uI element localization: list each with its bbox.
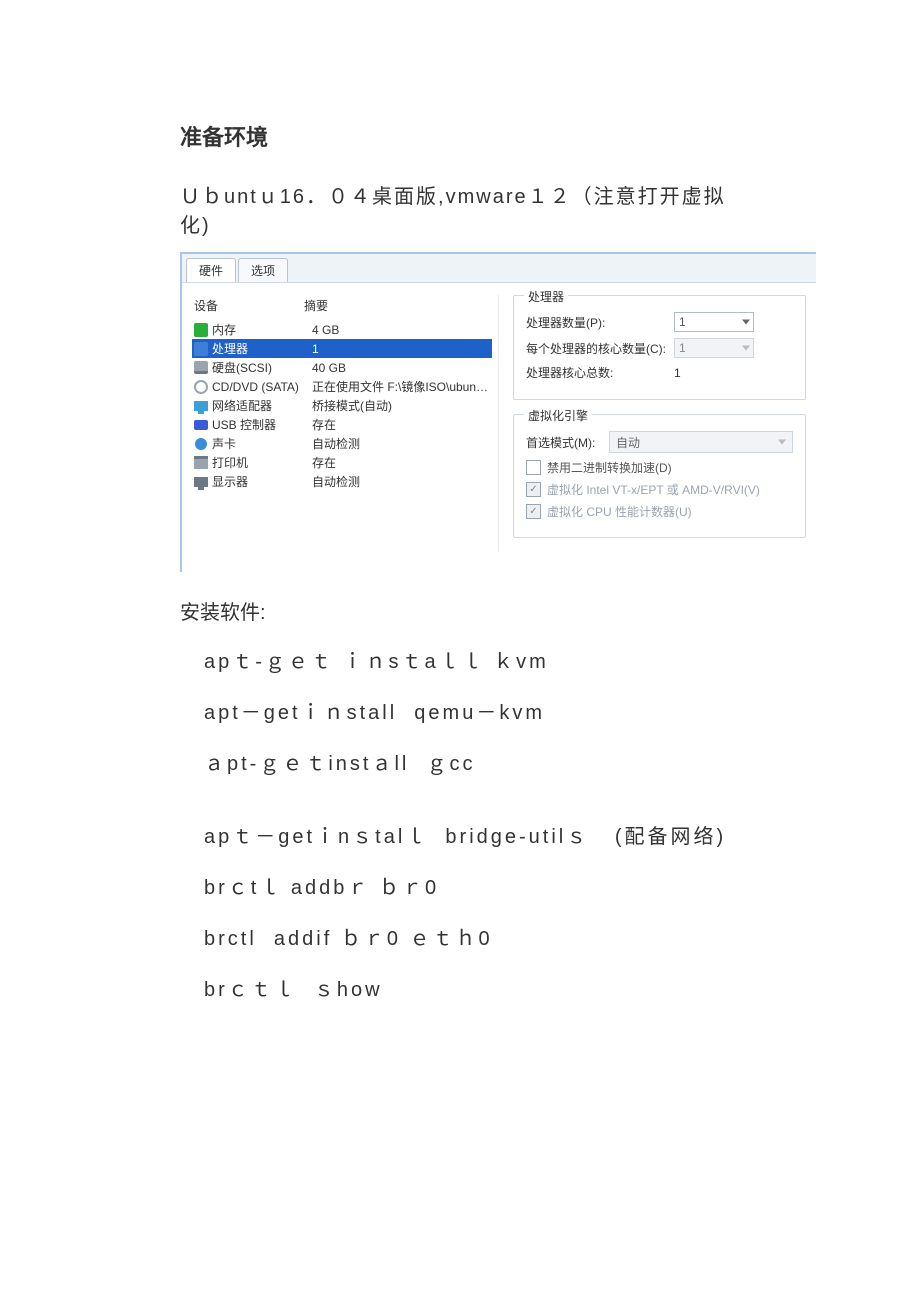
tab-hardware[interactable]: 硬件 (186, 258, 236, 282)
row-perf-counters: 虚拟化 CPU 性能计数器(U) (526, 503, 793, 520)
group-processor: 处理器 处理器数量(P): 1 每个处理器的核心数量(C): 1 (513, 295, 806, 400)
device-row[interactable]: 声卡自动检测 (192, 434, 492, 453)
usb-icon (194, 418, 208, 432)
device-summary: 40 GB (312, 361, 490, 375)
group-virtualization: 虚拟化引擎 首选模式(M): 自动 禁用二进制转换加速(D) (513, 414, 806, 538)
device-summary: 桥接模式(自动) (312, 397, 490, 414)
prn-icon (194, 456, 208, 470)
device-row[interactable]: 硬盘(SCSI) 40 GB (192, 358, 492, 377)
mem-icon (194, 323, 208, 337)
label-disable-binary: 禁用二进制转换加速(D) (547, 459, 672, 476)
label-total-cores: 处理器核心总数: (526, 364, 666, 381)
device-summary: 正在使用文件 F:\镜像ISO\ubuntu-1... (312, 378, 490, 395)
device-summary: 自动检测 (312, 435, 490, 452)
chevron-down-icon (742, 346, 750, 351)
checkbox-vtx (526, 482, 541, 497)
value-cores-per-processor: 1 (679, 341, 686, 355)
device-row[interactable]: USB 控制器存在 (192, 415, 492, 434)
cmd-line: brｃｔｌ ｓhow (204, 973, 740, 1002)
device-summary: 存在 (312, 416, 490, 433)
env-description: Ｕｂuntｕ16．０４桌面版,vmware１２（注意打开虚拟化) (180, 180, 740, 238)
device-row[interactable]: 打印机存在 (192, 453, 492, 472)
hdd-icon (194, 361, 208, 375)
device-list: 设备 摘要 内存 4 GB 处理器 1 硬盘(SCSI) 40 GB CD/DVD (SAT… (192, 295, 499, 552)
cmd-line: ａpt-ｇｅｔinstａll ｇcc (204, 747, 740, 776)
row-total-cores: 处理器核心总数: 1 (526, 364, 793, 381)
device-name: 处理器 (212, 340, 308, 357)
snd-icon (194, 437, 208, 451)
row-cores-per-processor: 每个处理器的核心数量(C): 1 (526, 338, 793, 358)
cmd-line: apｔ-ｇｅｔ ｉｎsｔaｌｌ ｋvm (204, 645, 740, 674)
chevron-down-icon (742, 320, 750, 325)
checkbox-perf-counters (526, 504, 541, 519)
section-heading: 准备环境 (180, 120, 740, 152)
document-page: 准备环境 Ｕｂuntｕ16．０４桌面版,vmware１２（注意打开虚拟化) 硬件… (0, 0, 920, 1302)
device-name: 声卡 (212, 435, 308, 452)
checkbox-disable-binary[interactable] (526, 460, 541, 475)
cmd-line: apt－getｉｎstall qemu－kvm (204, 696, 740, 725)
label-perf-counters: 虚拟化 CPU 性能计数器(U) (547, 503, 692, 520)
label-preferred-mode: 首选模式(M): (526, 434, 601, 451)
row-disable-binary[interactable]: 禁用二进制转换加速(D) (526, 459, 793, 476)
chevron-down-icon (778, 440, 786, 445)
group-virtualization-legend: 虚拟化引擎 (524, 407, 592, 424)
tab-options[interactable]: 选项 (238, 258, 288, 282)
value-processor-count: 1 (679, 315, 686, 329)
vmware-settings-panel: 硬件 选项 设备 摘要 内存 4 GB 处理器 1 硬盘(SCSI) 40 GB CD/DV… (180, 252, 816, 572)
select-processor-count[interactable]: 1 (674, 312, 754, 332)
label-vtx: 虚拟化 Intel VT-x/EPT 或 AMD-V/RVI(V) (547, 481, 760, 498)
select-preferred-mode: 自动 (609, 431, 793, 453)
cmd-line: brctl addif ｂｒ0 ｅｔｈ0 (204, 922, 740, 951)
device-name: CD/DVD (SATA) (212, 380, 308, 394)
processor-settings: 处理器 处理器数量(P): 1 每个处理器的核心数量(C): 1 (499, 295, 806, 552)
device-row[interactable]: CD/DVD (SATA) 正在使用文件 F:\镜像ISO\ubuntu-1... (192, 377, 492, 396)
device-summary: 4 GB (312, 323, 490, 337)
cpu-icon (194, 342, 208, 356)
value-preferred-mode: 自动 (616, 434, 640, 451)
device-summary: 存在 (312, 454, 490, 471)
disp-icon (194, 475, 208, 489)
select-cores-per-processor: 1 (674, 338, 754, 358)
row-processor-count: 处理器数量(P): 1 (526, 312, 793, 332)
device-summary: 1 (312, 342, 490, 356)
label-processor-count: 处理器数量(P): (526, 314, 666, 331)
row-preferred-mode: 首选模式(M): 自动 (526, 431, 793, 453)
row-vtx: 虚拟化 Intel VT-x/EPT 或 AMD-V/RVI(V) (526, 481, 793, 498)
device-row[interactable]: 处理器 1 (192, 339, 492, 358)
panel-body: 设备 摘要 内存 4 GB 处理器 1 硬盘(SCSI) 40 GB CD/DVD (SAT… (182, 283, 816, 572)
cmd-line: apｔ－getｉnｓtalｌ bridge-utilｓ (配备网络) (204, 820, 740, 849)
device-name: USB 控制器 (212, 416, 308, 433)
install-software-heading: 安装软件: (180, 596, 740, 625)
group-processor-legend: 处理器 (524, 288, 568, 305)
tab-bar: 硬件 选项 (182, 254, 816, 283)
col-summary: 摘要 (304, 297, 490, 314)
cmd-line: brｃtｌ addbｒ ｂｒ0 (204, 871, 740, 900)
net-icon (194, 399, 208, 413)
device-summary: 自动检测 (312, 473, 490, 490)
device-name: 内存 (212, 321, 308, 338)
value-total-cores: 1 (674, 366, 681, 380)
device-name: 网络适配器 (212, 397, 308, 414)
label-cores-per-processor: 每个处理器的核心数量(C): (526, 340, 666, 357)
command-list: apｔ-ｇｅｔ ｉｎsｔaｌｌ ｋvm apt－getｉｎstall qemu－… (180, 645, 740, 1002)
device-name: 硬盘(SCSI) (212, 359, 308, 376)
device-list-header: 设备 摘要 (192, 295, 492, 320)
device-name: 打印机 (212, 454, 308, 471)
col-device: 设备 (194, 297, 304, 314)
device-row[interactable]: 内存 4 GB (192, 320, 492, 339)
cd-icon (194, 380, 208, 394)
device-row[interactable]: 显示器自动检测 (192, 472, 492, 491)
device-name: 显示器 (212, 473, 308, 490)
device-row[interactable]: 网络适配器桥接模式(自动) (192, 396, 492, 415)
